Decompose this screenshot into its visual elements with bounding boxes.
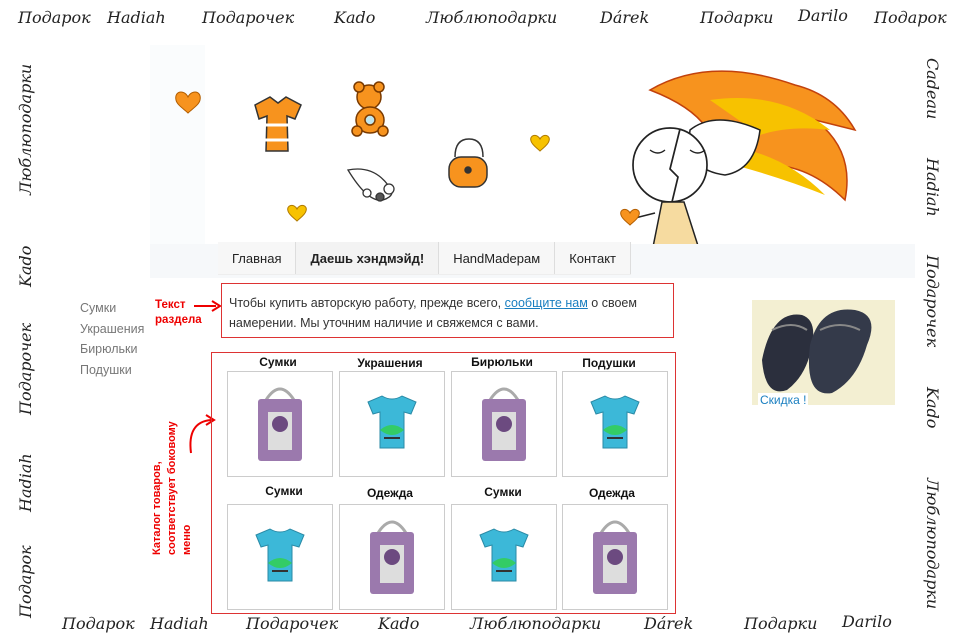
border-word: Hadiah [923, 158, 942, 217]
tshirt-icon [367, 395, 417, 449]
tshirt-icon [590, 395, 640, 449]
side-menu-item-trinkets[interactable]: Бирюльки [80, 339, 144, 360]
border-word: Подарок [16, 545, 35, 618]
nav-item-handmaders[interactable]: HandMadерам [439, 242, 556, 274]
nav-item-home[interactable]: Главная [218, 242, 297, 274]
side-menu: Сумки Украшения Бирюльки Подушки [80, 298, 144, 380]
catalog-item-title[interactable]: Одежда [559, 486, 665, 500]
border-word: Dárek [600, 8, 650, 27]
catalog-item-title[interactable]: Сумки [225, 355, 331, 369]
bag-icon [370, 520, 414, 594]
border-word: Подарочек [923, 255, 942, 348]
heart-icon [530, 134, 550, 152]
catalog-item-image[interactable] [562, 371, 668, 477]
border-word: Подарок [874, 8, 947, 27]
bag-icon [482, 387, 526, 461]
border-word: Kado [923, 387, 942, 429]
bracelet-icon [346, 168, 395, 202]
catalog-item-title[interactable]: Бирюльки [449, 355, 555, 369]
catalog-item-title[interactable]: Одежда [337, 486, 443, 500]
tshirt-icon [255, 528, 305, 582]
border-word: Hadiah [16, 453, 35, 512]
promo-banner[interactable] [752, 300, 895, 405]
border-word: Hadiah [150, 614, 209, 633]
border-word: Люблюподарки [470, 614, 602, 633]
border-word: Cadeau [923, 58, 942, 120]
heart-icon [620, 208, 640, 226]
border-word: Подарки [744, 614, 818, 633]
catalog-item-title[interactable]: Сумки [450, 485, 556, 499]
border-word: Hadiah [107, 8, 166, 27]
border-word: Kado [334, 8, 376, 27]
border-word: Подарочек [202, 8, 295, 27]
border-word: Подарочек [16, 322, 35, 415]
catalog-item-image[interactable] [451, 504, 557, 610]
catalog-item-title[interactable]: Сумки [231, 484, 337, 498]
border-word: Darilo [798, 6, 848, 25]
section-intro-text: Чтобы купить авторскую работу, прежде вс… [221, 283, 674, 338]
side-menu-item-bags[interactable]: Сумки [80, 298, 144, 319]
heart-icon [287, 204, 307, 222]
border-word: Люблюподарки [426, 8, 558, 27]
catalog-item-title[interactable]: Украшения [337, 356, 443, 370]
border-word: Dárek [644, 614, 694, 633]
nav-item-contact[interactable]: Контакт [555, 242, 631, 274]
border-word: Подарок [18, 8, 91, 27]
border-word: Подарочек [246, 614, 339, 633]
main-nav: Главная Даешь хэндмэйд! HandMadерам Конт… [218, 242, 631, 275]
catalog-item-image[interactable] [227, 504, 333, 610]
catalog-item-image[interactable] [227, 371, 333, 477]
catalog-item-image[interactable] [562, 504, 668, 610]
side-menu-item-pillows[interactable]: Подушки [80, 360, 144, 381]
border-word: Darilo [842, 612, 892, 631]
border-word: Подарки [700, 8, 774, 27]
sandals-image [752, 300, 895, 405]
border-word: Kado [16, 245, 35, 287]
intro-text-before: Чтобы купить авторскую работу, прежде вс… [229, 296, 505, 310]
border-word: Подарок [62, 614, 135, 633]
border-word: Люблюподарки [16, 63, 35, 195]
border-word: Kado [378, 614, 420, 633]
nav-item-handmade[interactable]: Даешь хэндмэйд! [296, 242, 440, 274]
contact-us-link[interactable]: сообщите нам [505, 296, 588, 310]
arrow-right-icon [194, 300, 222, 312]
catalog-item-image[interactable] [339, 504, 445, 610]
bag-icon [258, 387, 302, 461]
tshirt-icon [479, 528, 529, 582]
teddy-bear-icon [351, 81, 389, 137]
catalog-item-image[interactable] [451, 371, 557, 477]
bag-icon [593, 520, 637, 594]
shirt-icon [254, 96, 302, 152]
side-menu-item-jewelry[interactable]: Украшения [80, 319, 144, 340]
border-word: Люблюподарки [923, 478, 942, 610]
catalog-item-image[interactable] [339, 371, 445, 477]
lock-icon [448, 138, 488, 188]
catalog-item-title[interactable]: Подушки [556, 356, 662, 370]
promo-caption[interactable]: Скидка ! [758, 393, 809, 407]
